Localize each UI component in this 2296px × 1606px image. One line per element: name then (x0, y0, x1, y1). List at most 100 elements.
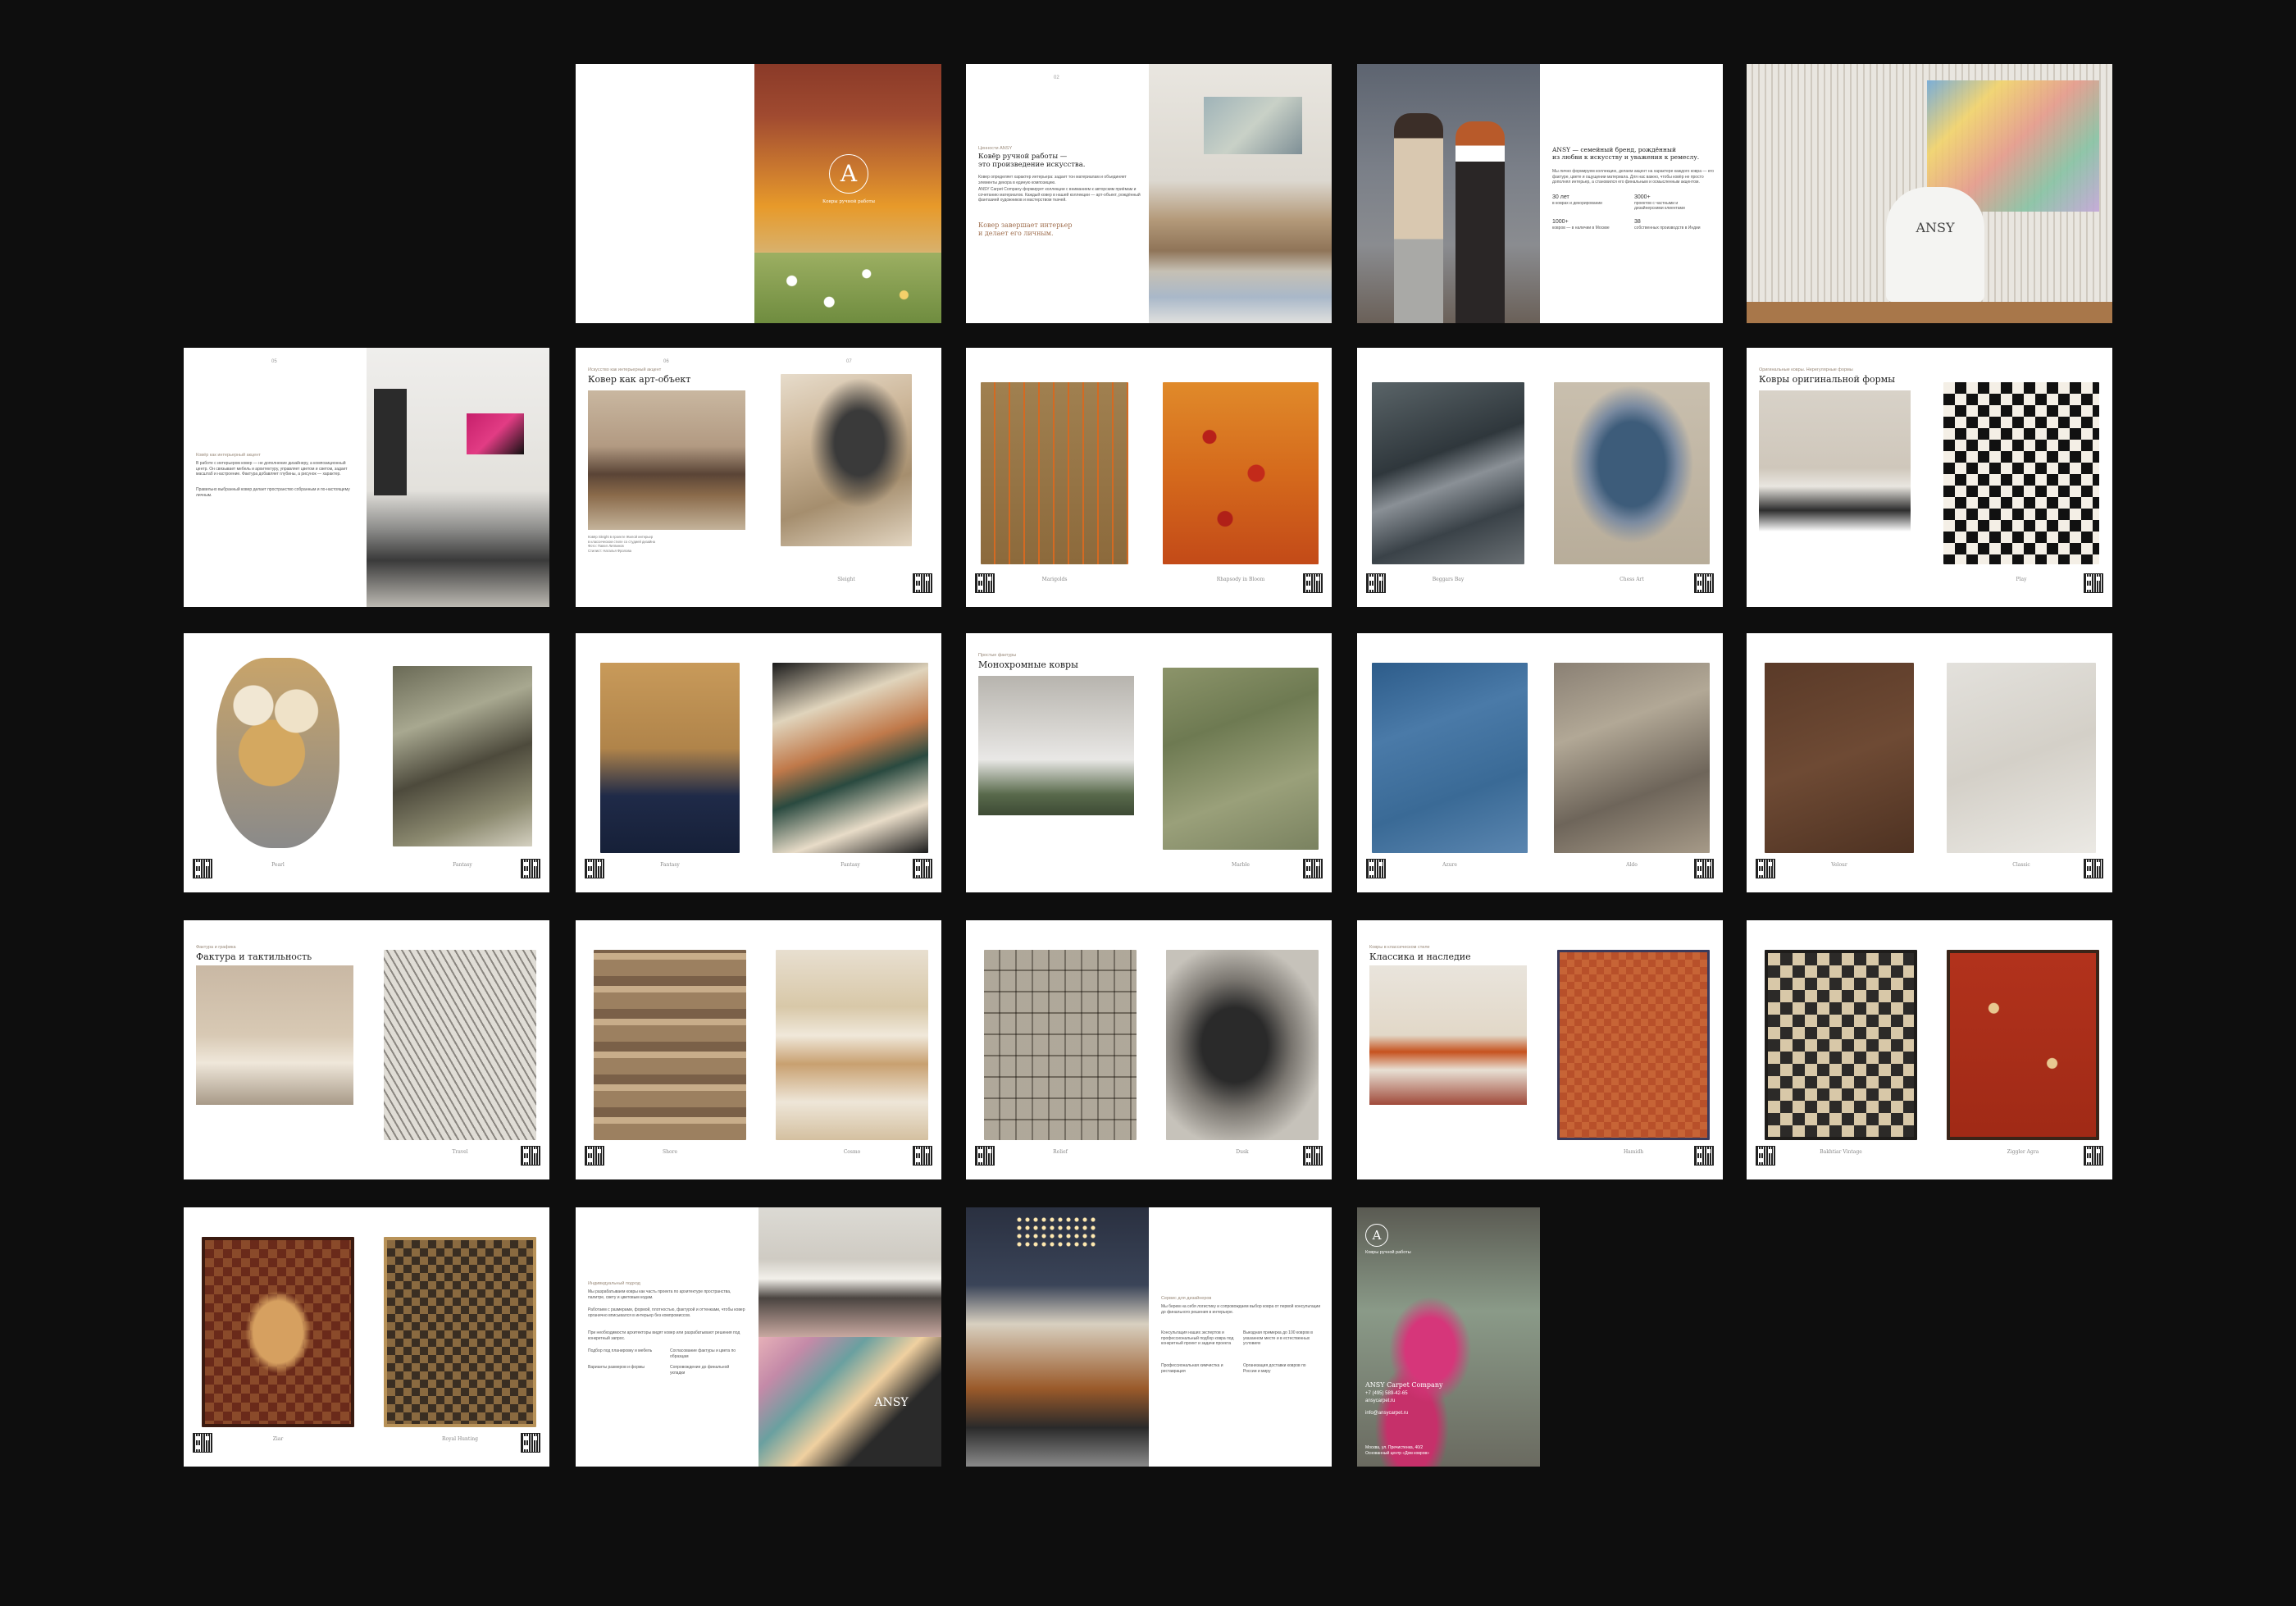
interior-body-2: Правильно выбранный ковер делает простра… (196, 487, 350, 498)
back-cover-photo (1357, 1207, 1540, 1467)
spread-intro[interactable]: 02 Ценности ANSY Ковёр ручной работы — э… (966, 64, 1332, 323)
spread-azure-aldo[interactable]: Azure Aldo (1357, 633, 1723, 892)
caption-royal: Royal Hunting (442, 1436, 478, 1442)
spread-weaver[interactable]: ANSY (1747, 64, 2112, 323)
qr-code-left[interactable] (193, 1433, 212, 1453)
stat-3-text: ковров — в наличии в Москве (1552, 225, 1610, 230)
intro-heading: Ковёр ручной работы — это произведение и… (978, 153, 1086, 169)
qr-code-left[interactable] (975, 1146, 995, 1166)
texture-kicker: Фактура и графика (196, 945, 236, 950)
qr-code-left[interactable] (1756, 1146, 1775, 1166)
qr-code-right[interactable] (1303, 573, 1323, 593)
family-body: Мы лично формируем коллекцию, делаем акц… (1552, 169, 1715, 185)
back-email[interactable]: info@ansycarpet.ru (1365, 1411, 1408, 1417)
qr-code-left[interactable] (193, 859, 212, 878)
rug-fantasy-1 (393, 666, 532, 846)
rug-marigolds (981, 382, 1128, 564)
qr-code-left[interactable] (585, 859, 604, 878)
rug-azure (1372, 663, 1528, 853)
qr-code[interactable] (1694, 1146, 1714, 1166)
spread-marigolds[interactable]: Marigolds Rhapsody in Bloom (966, 348, 1332, 607)
intro-kicker: Ценности ANSY (978, 146, 1013, 151)
spread-back-cover[interactable]: A Ковры ручной работы ANSY Carpet Compan… (1357, 1207, 1540, 1467)
qr-code-left[interactable] (585, 1146, 604, 1166)
back-address: Москва, ул. Пречистенка, 40/2 Основанный… (1365, 1445, 1429, 1456)
spread-velour-classic[interactable]: Velour Classic (1747, 633, 2112, 892)
qr-code-right[interactable] (2084, 1146, 2103, 1166)
rug-aldo (1554, 663, 1710, 853)
qr-code-right[interactable] (2084, 859, 2103, 878)
spread-interior[interactable]: 05 Ковёр как интерьерный акцент В работе… (184, 348, 549, 607)
spread-bakhtiar-ziggler[interactable]: Bakhtiar Vintage Ziggler Agra (1747, 920, 2112, 1179)
individual-item-3: Варианты размеров и формы (588, 1365, 645, 1370)
qr-code[interactable] (521, 1146, 540, 1166)
qr-code[interactable] (1303, 859, 1323, 878)
intro-body-1: Ковер определяет характер интерьера: зад… (978, 175, 1127, 185)
qr-code-right[interactable] (1303, 1146, 1323, 1166)
page-number: 05 (271, 359, 277, 364)
service-item-1: Консультация наших экспертов и профессио… (1161, 1330, 1234, 1346)
rug-pearl (216, 658, 339, 848)
spread-ziar-royal[interactable]: Ziar Royal Hunting (184, 1207, 549, 1467)
rug-play (1943, 382, 2099, 564)
lounge-chandelier (1015, 1216, 1097, 1248)
intro-body-2: ANSY Carpet Company формирует коллекции … (978, 187, 1141, 203)
stat-2: 3000+ проектов с частными и дизайнерскими… (1634, 194, 1708, 212)
spread-heritage[interactable]: Ковры в классическом стиле Классика и на… (1357, 920, 1723, 1179)
art-kicker: Искусство как интерьерный акцент (588, 367, 662, 372)
caption-marigolds: Marigolds (1041, 577, 1068, 582)
caption-ziggler: Ziggler Agra (2007, 1149, 2039, 1155)
spread-monochrome[interactable]: Простые фактуры Монохромные ковры Marble (966, 633, 1332, 892)
living-room-art (467, 413, 524, 454)
spread-texture[interactable]: Фактура и графика Фактура и тактильность… (184, 920, 549, 1179)
heritage-heading: Классика и наследие (1369, 951, 1471, 962)
spread-pearl-fantasy[interactable]: Pearl Fantasy (184, 633, 549, 892)
qr-code-right[interactable] (913, 1146, 932, 1166)
qr-code[interactable] (2084, 573, 2103, 593)
caption-ziar: Ziar (272, 1436, 284, 1442)
caption-marble: Marble (1232, 862, 1250, 868)
qr-code-left[interactable] (1366, 573, 1386, 593)
qr-code-left[interactable] (1366, 859, 1386, 878)
qr-code-right[interactable] (1694, 573, 1714, 593)
back-site[interactable]: ansycarpet.ru (1365, 1398, 1395, 1404)
qr-code-right[interactable] (521, 859, 540, 878)
spread-shore-cosmo[interactable]: Shore Cosmo (576, 920, 941, 1179)
caption-rhapsody: Rhapsody in Bloom (1216, 577, 1265, 582)
qr-code-right[interactable] (913, 859, 932, 878)
interior-body-1: В работе с интерьером ковер — не дополне… (196, 461, 348, 477)
family-man (1394, 113, 1443, 323)
spread-service[interactable]: Сервис для дизайнеров Мы берем на себя л… (966, 1207, 1332, 1467)
rug-royal (384, 1237, 536, 1427)
mono-heading: Монохромные ковры (978, 659, 1078, 670)
stat-4: 38 собственных производств в Индии (1634, 219, 1708, 230)
mono-kicker: Простые фактуры (978, 653, 1017, 658)
qr-code-left[interactable] (975, 573, 995, 593)
rug-fantasy-3 (772, 663, 928, 853)
qr-code[interactable] (913, 573, 932, 593)
art-heading: Ковер как арт-объект (588, 374, 691, 385)
individual-item-2: Согласование фактуры и цвета по образцам (670, 1348, 736, 1359)
qr-code-left[interactable] (1756, 859, 1775, 878)
rug-beggars (1372, 382, 1524, 564)
spread-cover[interactable]: A Ковры ручной работы (576, 64, 941, 323)
rug-velour (1765, 663, 1914, 853)
spread-individual[interactable]: Индивидуальный подход Мы разрабатываем к… (576, 1207, 941, 1467)
caption-play: Play (2016, 577, 2027, 582)
caption-cosmo: Cosmo (843, 1149, 861, 1155)
rug-bakhtiar (1765, 950, 1917, 1140)
spread-art-object[interactable]: 06 07 Искусство как интерьерный акцент К… (576, 348, 941, 607)
texture-room-photo (196, 965, 353, 1105)
living-room-window (374, 389, 407, 495)
rug-shore (594, 950, 746, 1140)
qr-code-right[interactable] (521, 1433, 540, 1453)
spread-beggars-chess[interactable]: Beggars Bay Chess Art (1357, 348, 1723, 607)
spread-relief-dusk[interactable]: Relief Dusk (966, 920, 1332, 1179)
spread-play[interactable]: Оригинальные ковры. Нерегулярные формы К… (1747, 348, 2112, 607)
intro-painting (1204, 97, 1302, 154)
spread-family[interactable]: ANSY — семейный бренд, рождённый из любв… (1357, 64, 1723, 323)
qr-code-right[interactable] (1694, 859, 1714, 878)
spread-fantasy[interactable]: Fantasy Fantasy (576, 633, 941, 892)
caption-bakhtiar: Bakhtiar Vintage (1820, 1149, 1862, 1155)
original-kicker: Оригинальные ковры. Нерегулярные формы (1759, 367, 1853, 372)
